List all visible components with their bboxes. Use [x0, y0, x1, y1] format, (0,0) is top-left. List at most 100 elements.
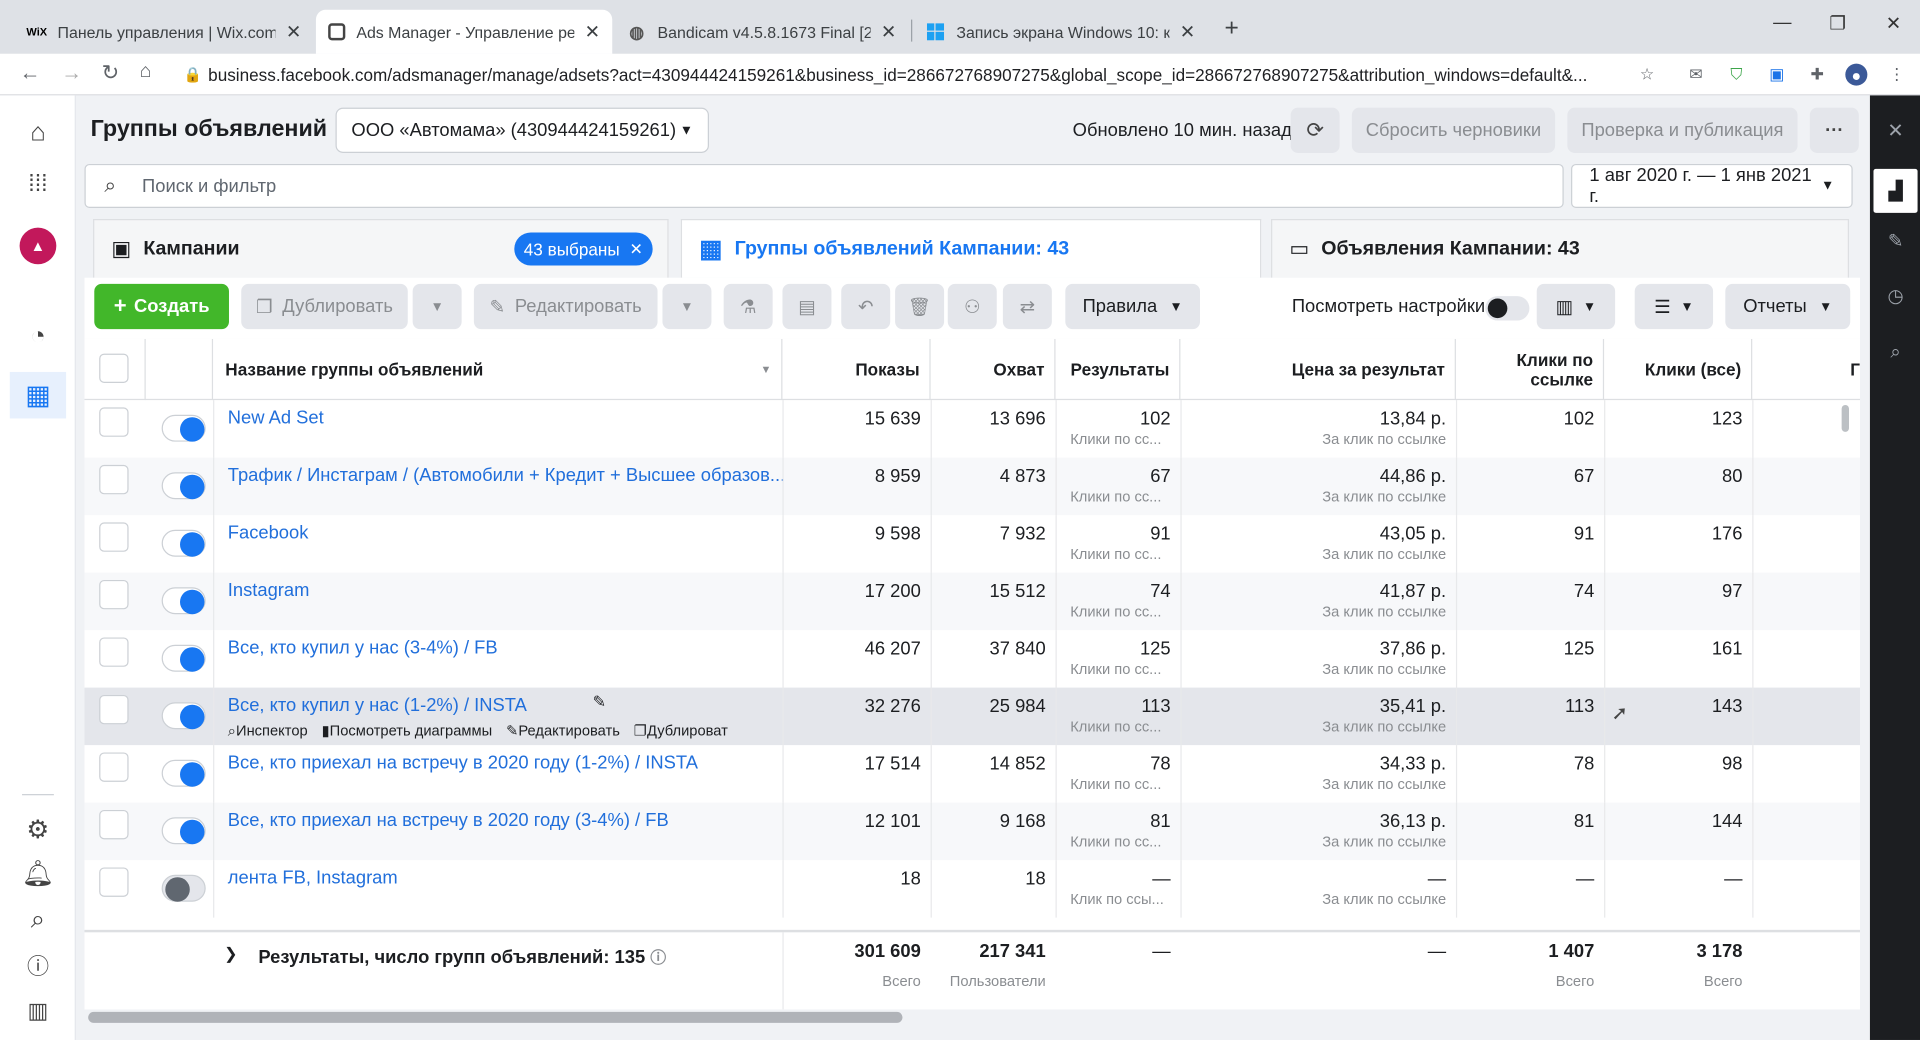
tab-campaigns[interactable]: ▣ Кампании 43 выбраны ✕ — [93, 219, 669, 278]
discard-drafts-button[interactable]: Сбросить черновики — [1351, 107, 1556, 153]
rules-button[interactable]: Правила ▼ — [1065, 283, 1201, 330]
row-checkbox[interactable] — [99, 752, 129, 782]
duplicate-dropdown-button[interactable]: ▼ — [412, 283, 462, 330]
reload-icon[interactable]: ↻ — [102, 61, 119, 85]
duplicate-button[interactable]: ❐ Дублировать — [241, 283, 408, 330]
star-icon[interactable]: ☆ — [1636, 64, 1658, 86]
adset-name-link[interactable]: Instagram — [228, 580, 310, 601]
row-checkbox[interactable] — [99, 407, 129, 437]
adset-on-off-toggle[interactable] — [161, 759, 206, 787]
adset-on-off-toggle[interactable] — [161, 529, 206, 557]
account-avatar[interactable]: ▲ — [19, 227, 57, 265]
close-icon[interactable]: ✕ — [881, 21, 896, 43]
audience-button[interactable]: ⚇ — [947, 283, 997, 330]
puzzle-icon[interactable]: ✚ — [1806, 64, 1828, 86]
breakdown-button[interactable]: ☰ ▼ — [1634, 283, 1714, 330]
url-field[interactable]: 🔒 business.facebook.com/adsmanager/manag… — [184, 59, 1675, 91]
browser-tab-ads-manager[interactable]: Ads Manager - Управление рекл ✕ — [315, 9, 613, 54]
adset-on-off-toggle[interactable] — [161, 644, 206, 672]
menu-dots-icon[interactable]: ⋮ — [1886, 64, 1908, 86]
adset-name-link[interactable]: New Ad Set — [228, 407, 324, 428]
tab-ads[interactable]: ▭ Объявления Кампании: 43 — [1271, 219, 1849, 278]
inspect-action[interactable]: ⌕Инспектор — [228, 722, 308, 739]
table-row[interactable]: Instagram 17 200 15 512 74 41,87 р. 74 97 Клики… — [84, 572, 1861, 631]
inspect-zoom-icon[interactable]: ⌕ — [1882, 338, 1909, 365]
review-publish-button[interactable]: Проверка и публикация — [1567, 107, 1798, 153]
expand-chevron-icon[interactable]: ❯ — [224, 945, 237, 965]
chart-panel-icon[interactable]: ▟ — [1873, 168, 1918, 213]
mail-icon[interactable]: ✉ — [1685, 64, 1707, 86]
column-header-cost[interactable]: Цена за результат — [1180, 338, 1456, 401]
adset-on-off-toggle[interactable] — [161, 472, 206, 500]
browser-tab-bandicam[interactable]: ◍ Bandicam v4.5.8.1673 Final [2020 ✕ — [615, 10, 909, 54]
adset-name-link[interactable]: Все, кто купил у нас (3-4%) / FB — [228, 637, 498, 658]
view-settings-toggle[interactable] — [1485, 296, 1530, 321]
table-row[interactable]: Все, кто приехал на встречу в 2020 году … — [84, 802, 1861, 861]
settings-gear-icon[interactable]: ⚙ — [22, 814, 54, 846]
ads-manager-table-icon[interactable]: ▦ — [9, 371, 67, 419]
more-options-button[interactable]: ··· — [1809, 107, 1859, 153]
help-icon[interactable]: ⓘ — [22, 949, 54, 981]
adset-on-off-toggle[interactable] — [161, 817, 206, 845]
row-checkbox[interactable] — [99, 464, 129, 495]
forward-icon[interactable]: → — [61, 61, 82, 85]
dashboard-gauge-icon[interactable]: ◔ — [22, 321, 54, 353]
table-row[interactable]: Facebook 9 598 7 932 91 43,05 р. 91 176 Клики п… — [84, 515, 1860, 573]
window-close-button[interactable]: ✕ — [1886, 12, 1901, 34]
adset-on-off-toggle[interactable] — [161, 874, 206, 902]
edit-action[interactable]: ✎Редактировать — [506, 722, 620, 739]
tab-adsets[interactable]: ▦ Группы объявлений Кампании: 43 — [680, 219, 1262, 278]
vertical-scrollbar[interactable] — [1841, 404, 1849, 432]
table-row[interactable]: Все, кто купил у нас (1-2%) / INSTA ✎ ⌕Инс… — [84, 687, 1861, 746]
new-tab-button[interactable]: + — [1225, 15, 1239, 43]
close-icon[interactable]: ✕ — [1180, 21, 1195, 43]
search-icon[interactable]: ⌕ — [22, 904, 54, 936]
column-header-name[interactable]: Название группы объявлений ▼ — [213, 338, 783, 401]
column-header-reach[interactable]: Охват — [931, 338, 1056, 401]
report-bug-icon[interactable]: ▥ — [22, 995, 54, 1027]
export-button[interactable]: ⇄ — [1002, 283, 1052, 330]
column-header-impressions[interactable]: Показы — [782, 338, 931, 401]
adset-name-link[interactable]: Facebook — [228, 522, 309, 543]
close-panel-icon[interactable]: ✕ — [1882, 117, 1909, 144]
back-icon[interactable]: ← — [20, 61, 41, 85]
account-selector[interactable]: ООО «Автомама» (430944424159261) ▼ — [335, 107, 709, 153]
row-checkbox[interactable] — [99, 579, 129, 610]
delete-button[interactable]: 🗑︎ — [895, 283, 945, 330]
date-range-picker[interactable]: 1 авг 2020 г. — 1 янв 2021 г. ▼ — [1571, 163, 1853, 208]
browser-tab-wix[interactable]: WiX Панель управления | Wix.com ✕ — [15, 10, 314, 54]
sort-icon[interactable]: ▼ — [761, 363, 772, 375]
adset-on-off-toggle[interactable] — [161, 702, 206, 730]
adset-on-off-toggle[interactable] — [161, 414, 206, 442]
browser-tab-windows[interactable]: Запись экрана Windows 10: как ✕ — [913, 10, 1207, 54]
clipboard-button[interactable]: ▤ — [782, 283, 832, 330]
home-icon[interactable]: ⌂ — [22, 117, 54, 149]
row-checkbox[interactable] — [99, 522, 129, 552]
ab-test-button[interactable]: ⚗ — [723, 283, 773, 330]
select-all-checkbox[interactable] — [99, 353, 129, 383]
restore-button[interactable]: ❐ — [1829, 12, 1845, 34]
column-header-more[interactable]: Г — [1752, 339, 1860, 400]
row-checkbox[interactable] — [99, 637, 129, 667]
table-row[interactable]: лента FB, Instagram 18 18— — — — Клик по ссы..… — [84, 860, 1860, 918]
shield-icon[interactable]: ⛉ — [1725, 64, 1747, 86]
reports-button[interactable]: Отчеты ▼ — [1725, 283, 1851, 330]
extension-icon[interactable]: ▣ — [1766, 64, 1788, 86]
column-header-clicks-all[interactable]: Клики (все) — [1604, 338, 1753, 401]
columns-button[interactable]: ▥ ▼ — [1536, 283, 1616, 330]
table-row[interactable]: Трафик / Инстаграм / (Автомобили + Креди… — [84, 457, 1861, 516]
search-filter-bar[interactable]: ⌕ Поиск и фильтр — [84, 163, 1564, 208]
info-icon[interactable]: ⓘ — [650, 948, 666, 966]
home-icon[interactable]: ⌂ — [140, 61, 152, 83]
duplicate-action[interactable]: ❐Дублироват — [634, 722, 728, 739]
clear-selection-icon[interactable]: ✕ — [630, 239, 643, 259]
apps-grid-icon[interactable]: ⁞⁞⁞ — [22, 169, 54, 201]
profile-avatar[interactable]: ● — [1845, 63, 1868, 86]
edit-pencil-icon[interactable]: ✎ — [1882, 228, 1909, 255]
view-charts-action[interactable]: ▮Посмотреть диаграммы — [322, 722, 493, 739]
bell-icon[interactable]: 🔔︎ — [22, 859, 55, 891]
adset-name-link[interactable]: Все, кто приехал на встречу в 2020 году … — [228, 752, 698, 773]
table-row[interactable]: Все, кто приехал на встречу в 2020 году … — [84, 745, 1860, 803]
refresh-button[interactable]: ⟳ — [1290, 107, 1340, 153]
adset-name-link[interactable]: лента FB, Instagram — [228, 867, 398, 888]
